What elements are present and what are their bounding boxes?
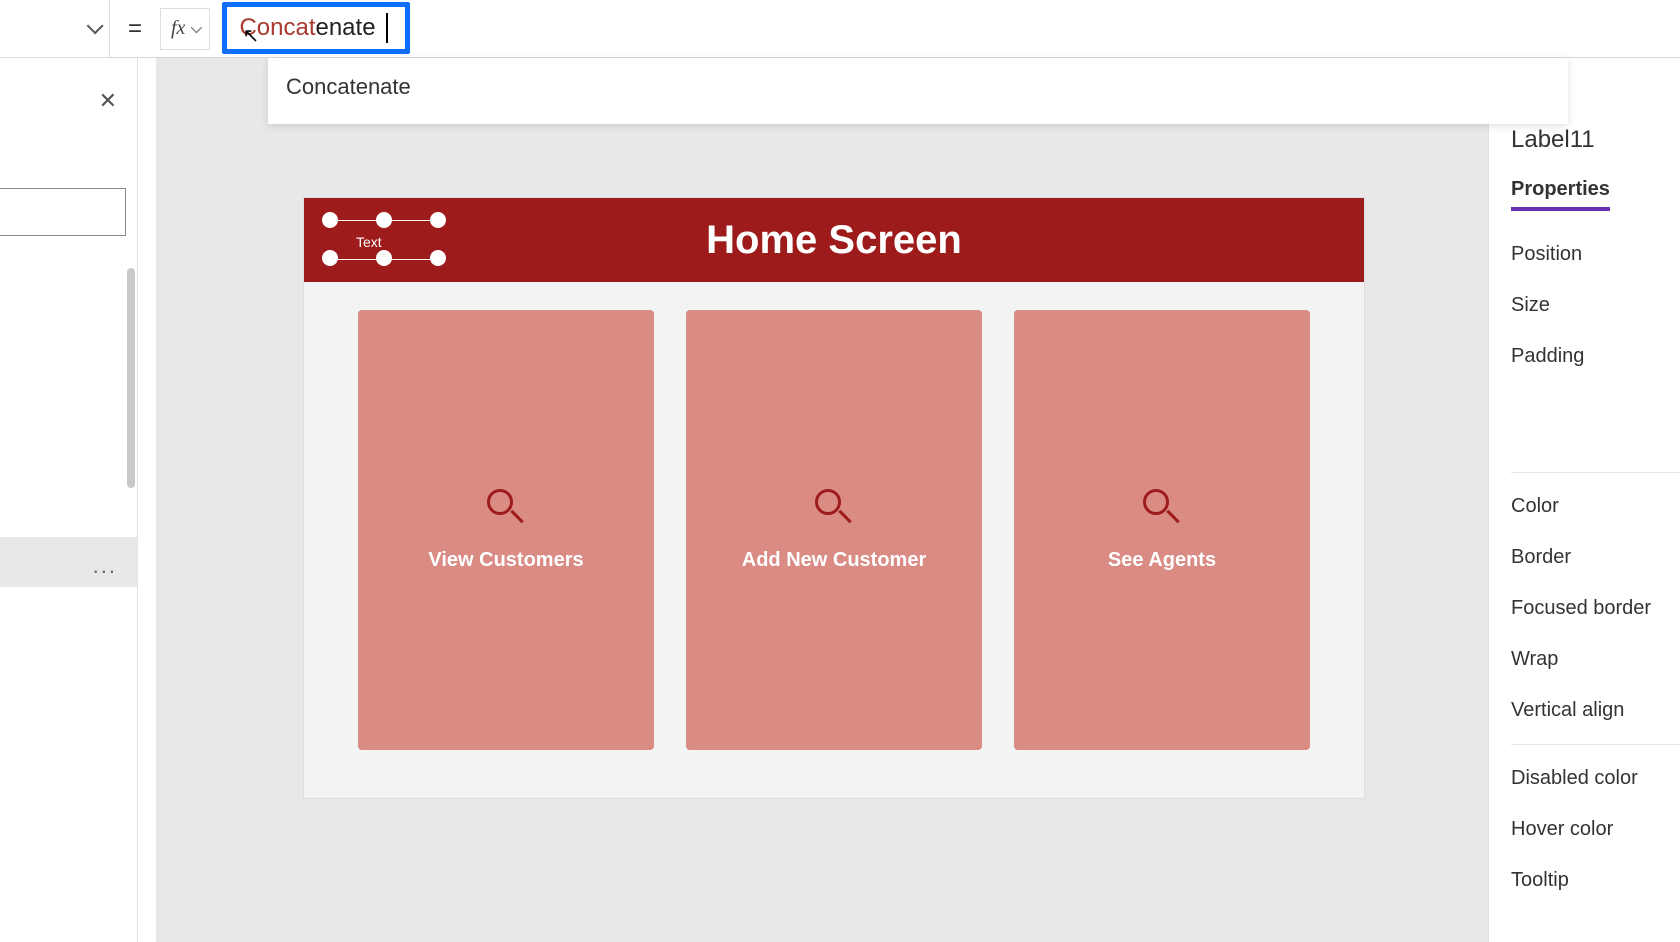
- chevron-down-icon: [87, 17, 104, 34]
- search-icon: [487, 489, 525, 527]
- formula-rest: enate: [315, 14, 375, 41]
- search-icon: [1143, 489, 1181, 527]
- prop-color[interactable]: Color: [1511, 481, 1680, 532]
- search-icon: [815, 489, 853, 527]
- tile-label: View Customers: [428, 549, 583, 572]
- prop-tooltip[interactable]: Tooltip: [1511, 855, 1680, 906]
- selected-label-text: Text: [356, 234, 382, 250]
- tile-label: See Agents: [1108, 549, 1216, 572]
- tree-view-pane: ✕ ...: [0, 58, 138, 942]
- prop-vertical-align[interactable]: Vertical align: [1511, 685, 1680, 736]
- tile-view-customers[interactable]: View Customers: [358, 310, 654, 750]
- suggestion-item[interactable]: Concatenate: [286, 74, 411, 99]
- prop-border[interactable]: Border: [1511, 532, 1680, 583]
- separator: [1511, 744, 1680, 745]
- formula-text: Concatenate: [239, 14, 375, 42]
- fx-label: fx: [171, 17, 185, 40]
- close-icon[interactable]: ✕: [99, 88, 117, 114]
- prop-padding[interactable]: Padding: [1511, 331, 1680, 382]
- fx-button[interactable]: fx: [160, 8, 210, 50]
- prop-hover-color[interactable]: Hover color: [1511, 804, 1680, 855]
- properties-pane: Label11 Properties Position Size Padding…: [1488, 106, 1680, 942]
- chevron-down-icon: [191, 21, 202, 32]
- tile-row: View Customers Add New Customer See Agen…: [304, 282, 1364, 778]
- formula-input[interactable]: ↖ Concatenate: [222, 0, 1680, 58]
- selected-label[interactable]: Text: [322, 212, 446, 268]
- scrollbar[interactable]: [127, 268, 135, 488]
- tile-label: Add New Customer: [742, 549, 926, 572]
- intellisense-suggestion[interactable]: Concatenate: [268, 58, 1568, 124]
- control-name: Label11: [1511, 126, 1680, 154]
- tile-see-agents[interactable]: See Agents: [1014, 310, 1310, 750]
- prop-wrap[interactable]: Wrap: [1511, 634, 1680, 685]
- prop-position[interactable]: Position: [1511, 229, 1680, 280]
- tile-add-customer[interactable]: Add New Customer: [686, 310, 982, 750]
- formula-bar: = fx ↖ Concatenate: [0, 0, 1680, 58]
- app-screen[interactable]: Text Home Screen View Customers Add New …: [304, 198, 1364, 798]
- canvas: Text Home Screen View Customers Add New …: [156, 58, 1488, 942]
- tab-properties[interactable]: Properties: [1511, 178, 1610, 211]
- separator: [1511, 472, 1680, 473]
- prop-disabled-color[interactable]: Disabled color: [1511, 753, 1680, 804]
- more-icon[interactable]: ...: [93, 553, 117, 579]
- screen-header: Text Home Screen: [304, 198, 1364, 282]
- search-input[interactable]: [0, 188, 126, 236]
- equals-sign: =: [110, 15, 160, 43]
- property-dropdown[interactable]: [0, 0, 110, 58]
- prop-size[interactable]: Size: [1511, 280, 1680, 331]
- screen-title: Home Screen: [706, 218, 962, 263]
- formula-highlight: ↖ Concatenate: [222, 2, 410, 54]
- text-cursor: [386, 13, 388, 43]
- prop-focused-border[interactable]: Focused border: [1511, 583, 1680, 634]
- cursor-icon: ↖: [242, 23, 259, 48]
